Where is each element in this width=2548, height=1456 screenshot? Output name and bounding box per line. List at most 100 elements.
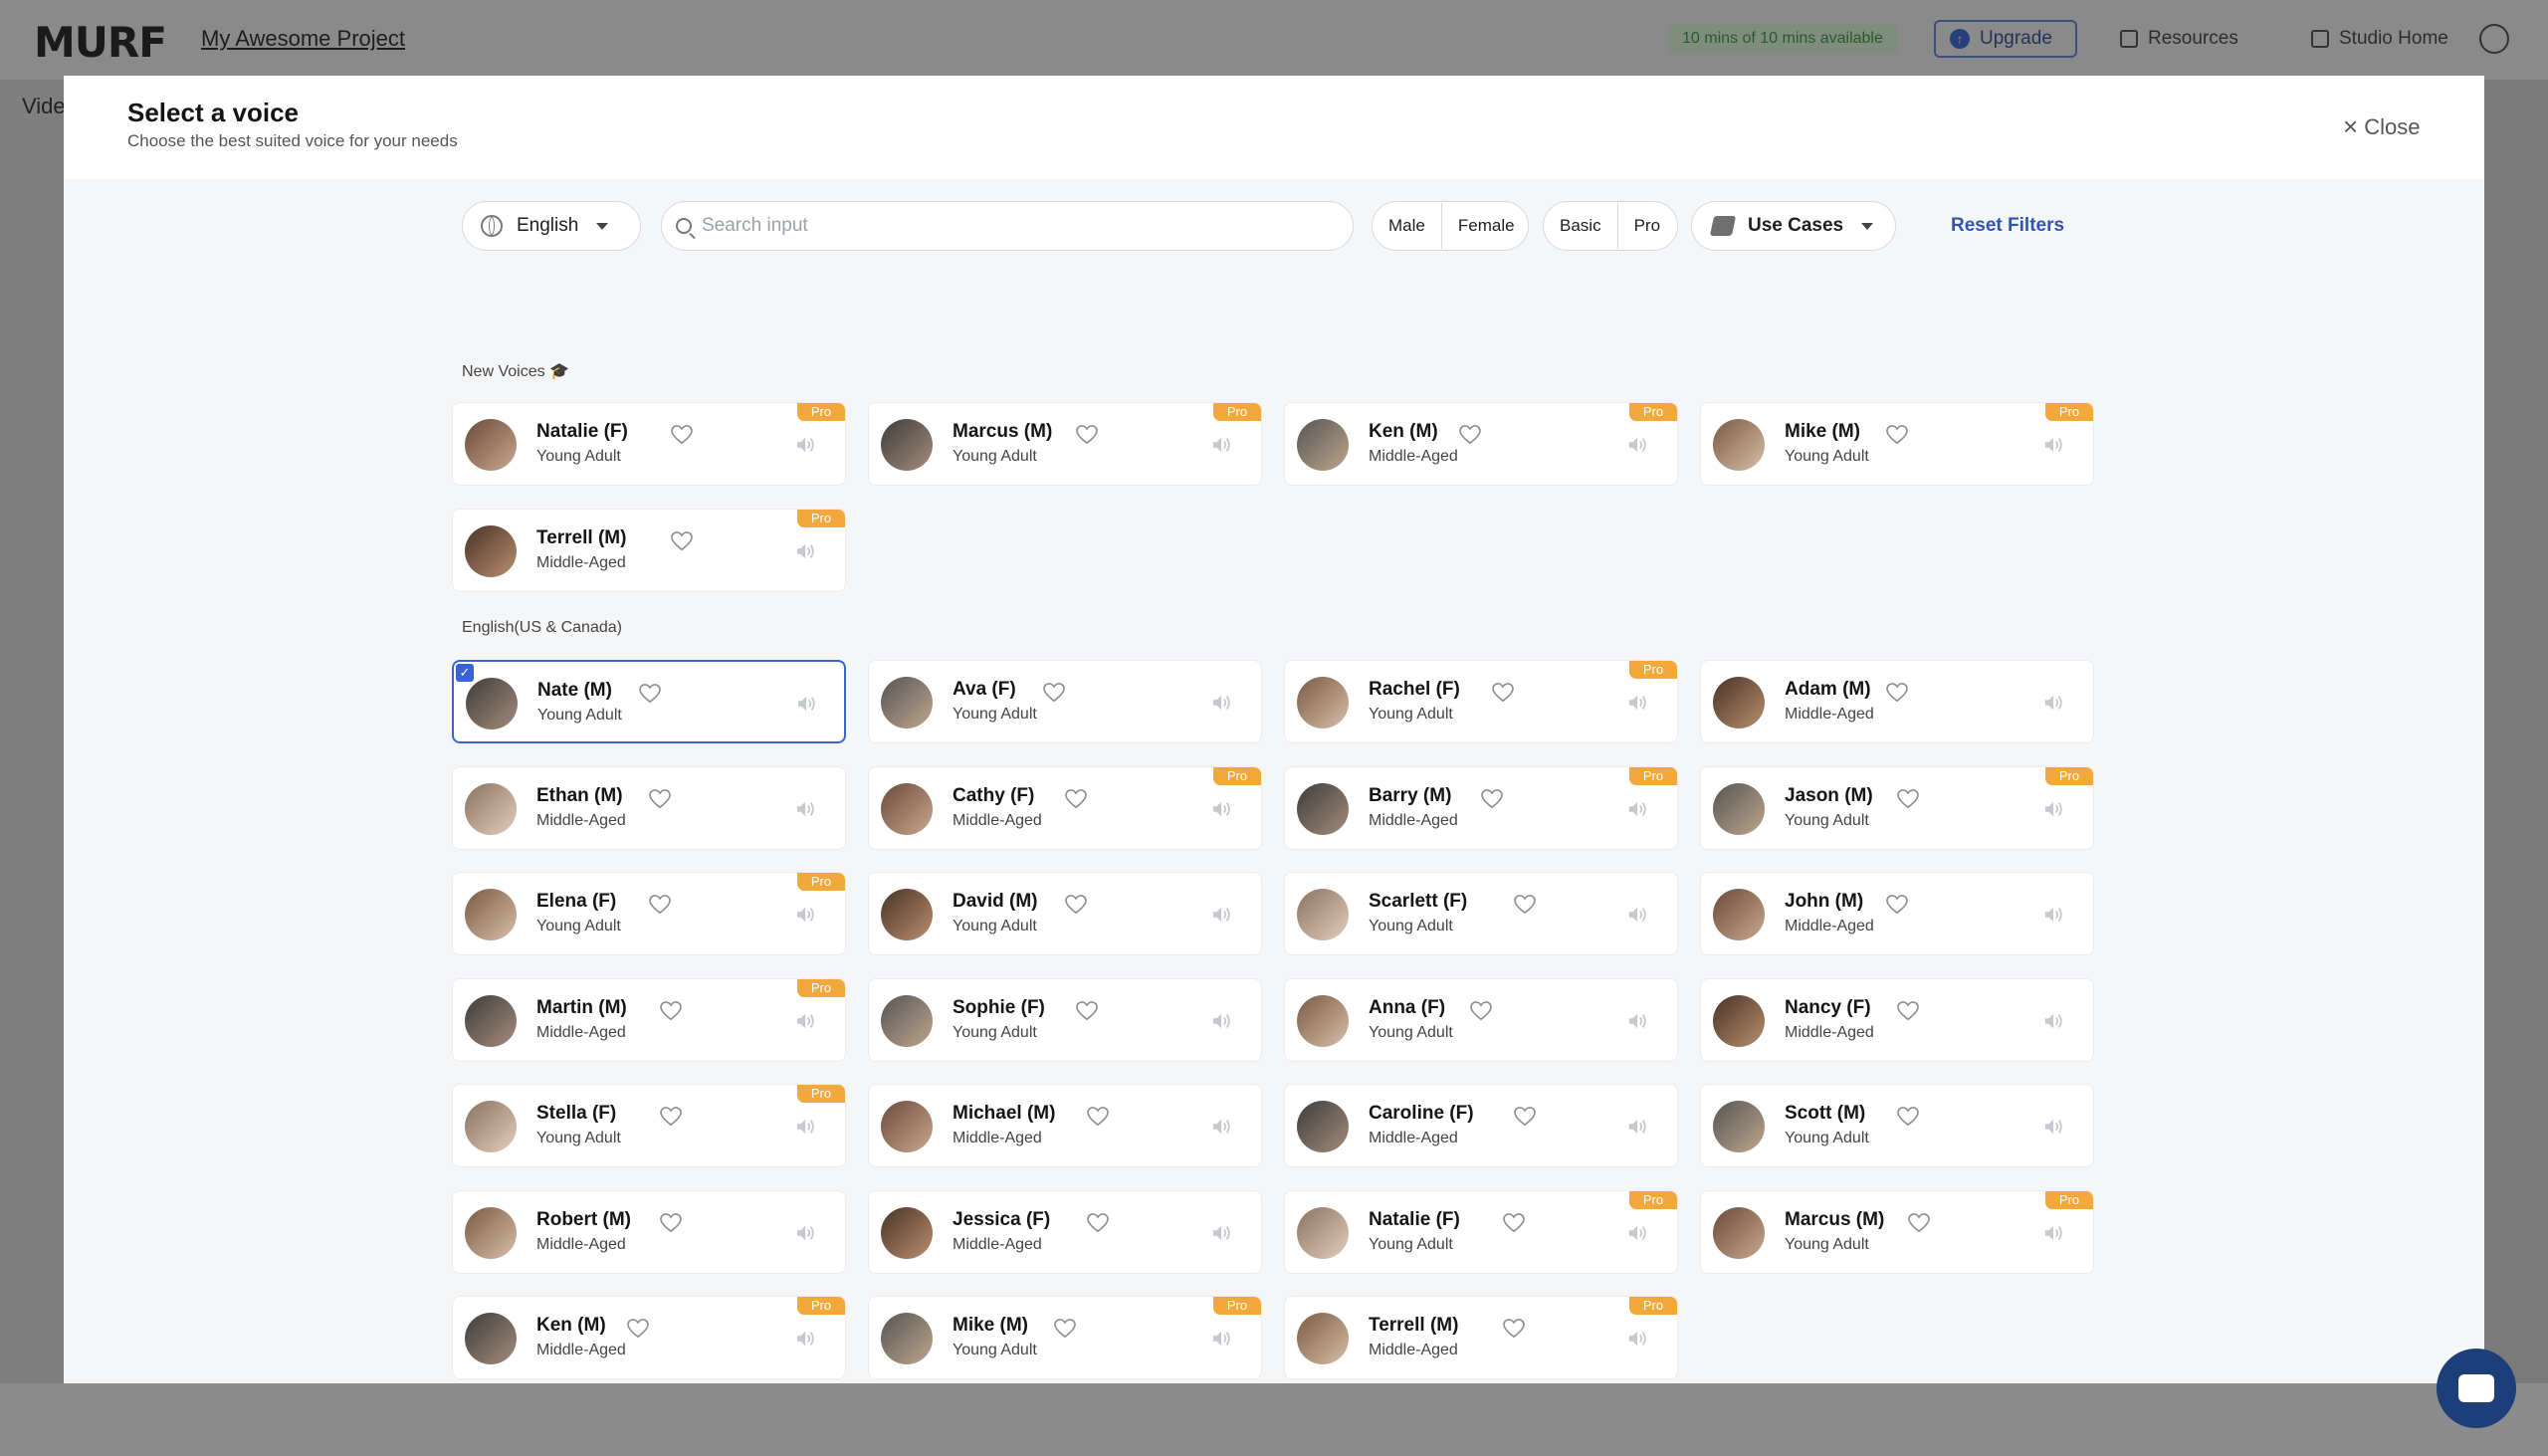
favorite-heart-icon[interactable] [1054,1319,1076,1339]
play-sample-speaker-icon[interactable] [1627,1117,1649,1137]
voice-card[interactable]: Scott (M) Young Adult [1700,1084,2094,1167]
play-sample-speaker-icon[interactable] [795,1329,817,1349]
favorite-heart-icon[interactable] [660,1107,682,1127]
favorite-heart-icon[interactable] [671,530,693,551]
voice-card[interactable]: Ethan (M) Middle-Aged [452,765,846,850]
favorite-heart-icon[interactable] [1065,895,1087,915]
play-sample-speaker-icon[interactable] [2043,435,2065,455]
voice-card[interactable]: Ken (M) Middle-Aged Pro [1284,402,1678,486]
favorite-heart-icon[interactable] [1886,425,1908,445]
favorite-heart-icon[interactable] [639,684,661,704]
favorite-heart-icon[interactable] [1503,1319,1525,1339]
play-sample-speaker-icon[interactable] [795,1223,817,1243]
favorite-heart-icon[interactable] [1514,1107,1536,1127]
voice-card[interactable]: David (M) Young Adult [868,872,1262,955]
favorite-heart-icon[interactable] [1470,1000,1492,1021]
play-sample-speaker-icon[interactable] [796,694,818,714]
favorite-heart-icon[interactable] [1897,1107,1919,1127]
play-sample-speaker-icon[interactable] [1211,1117,1233,1137]
play-sample-speaker-icon[interactable] [795,541,817,561]
voice-card[interactable]: Ava (F) Young Adult [868,660,1262,743]
voice-card[interactable]: Jessica (F) Middle-Aged [868,1189,1262,1274]
play-sample-speaker-icon[interactable] [795,1011,817,1031]
favorite-heart-icon[interactable] [660,1000,682,1021]
project-name-link[interactable]: My Awesome Project [201,26,405,52]
voice-card[interactable]: Jason (M) Young Adult Pro [1700,765,2094,850]
search-input[interactable]: Search input [661,201,1354,251]
favorite-heart-icon[interactable] [671,425,693,445]
play-sample-speaker-icon[interactable] [1627,1329,1649,1349]
filter-basic[interactable]: Basic [1544,203,1617,249]
play-sample-speaker-icon[interactable] [795,905,817,925]
favorite-heart-icon[interactable] [649,788,671,809]
voice-card[interactable]: Natalie (F) Young Adult Pro [1284,1189,1678,1274]
play-sample-speaker-icon[interactable] [1211,435,1233,455]
play-sample-speaker-icon[interactable] [1627,799,1649,819]
user-avatar-icon[interactable] [2479,24,2509,54]
favorite-heart-icon[interactable] [1886,683,1908,703]
reset-filters-link[interactable]: Reset Filters [1951,215,2064,237]
play-sample-speaker-icon[interactable] [1627,905,1649,925]
play-sample-speaker-icon[interactable] [795,435,817,455]
resources-link[interactable]: Resources [2120,28,2238,50]
studio-home-link[interactable]: Studio Home [2311,28,2448,50]
voice-card[interactable]: Ken (M) Middle-Aged Pro [452,1296,846,1379]
play-sample-speaker-icon[interactable] [795,1117,817,1137]
voice-card[interactable]: ✓ Nate (M) Young Adult [452,660,846,743]
voice-card[interactable]: Terrell (M) Middle-Aged Pro [452,508,846,592]
play-sample-speaker-icon[interactable] [1627,693,1649,713]
favorite-heart-icon[interactable] [1087,1212,1109,1233]
voice-card[interactable]: Mike (M) Young Adult Pro [1700,402,2094,486]
favorite-heart-icon[interactable] [1065,788,1087,809]
close-button[interactable]: × Close [2343,111,2420,142]
play-sample-speaker-icon[interactable] [1211,1329,1233,1349]
favorite-heart-icon[interactable] [660,1212,682,1233]
play-sample-speaker-icon[interactable] [2043,1011,2065,1031]
play-sample-speaker-icon[interactable] [2043,693,2065,713]
voice-card[interactable]: Barry (M) Middle-Aged Pro [1284,765,1678,850]
voice-card[interactable]: Anna (F) Young Adult [1284,977,1678,1062]
play-sample-speaker-icon[interactable] [1211,799,1233,819]
favorite-heart-icon[interactable] [1897,1000,1919,1021]
favorite-heart-icon[interactable] [649,895,671,915]
voice-card[interactable]: Mike (M) Young Adult Pro [868,1296,1262,1379]
language-dropdown[interactable]: English [462,201,641,251]
play-sample-speaker-icon[interactable] [1211,905,1233,925]
voice-card[interactable]: Robert (M) Middle-Aged [452,1189,846,1274]
voice-card[interactable]: Stella (F) Young Adult Pro [452,1084,846,1167]
favorite-heart-icon[interactable] [1886,895,1908,915]
favorite-heart-icon[interactable] [1908,1212,1930,1233]
play-sample-speaker-icon[interactable] [1211,1011,1233,1031]
voice-card[interactable]: John (M) Middle-Aged [1700,872,2094,955]
play-sample-speaker-icon[interactable] [2043,1223,2065,1243]
play-sample-speaker-icon[interactable] [1627,435,1649,455]
voice-card[interactable]: Marcus (M) Young Adult Pro [1700,1189,2094,1274]
favorite-heart-icon[interactable] [1481,788,1503,809]
voice-card[interactable]: Scarlett (F) Young Adult [1284,872,1678,955]
play-sample-speaker-icon[interactable] [1211,693,1233,713]
favorite-heart-icon[interactable] [627,1319,649,1339]
filter-female[interactable]: Female [1440,203,1531,249]
app-logo[interactable]: MURF [34,18,167,67]
play-sample-speaker-icon[interactable] [795,799,817,819]
play-sample-speaker-icon[interactable] [2043,905,2065,925]
play-sample-speaker-icon[interactable] [1627,1011,1649,1031]
play-sample-speaker-icon[interactable] [1627,1223,1649,1243]
voice-card[interactable]: Elena (F) Young Adult Pro [452,872,846,955]
chat-support-button[interactable] [2437,1349,2516,1428]
voice-card[interactable]: Nancy (F) Middle-Aged [1700,977,2094,1062]
favorite-heart-icon[interactable] [1514,895,1536,915]
play-sample-speaker-icon[interactable] [2043,799,2065,819]
voice-card[interactable]: Cathy (F) Middle-Aged Pro [868,765,1262,850]
voice-card[interactable]: Rachel (F) Young Adult Pro [1284,660,1678,743]
favorite-heart-icon[interactable] [1076,425,1098,445]
voice-card[interactable]: Caroline (F) Middle-Aged [1284,1084,1678,1167]
favorite-heart-icon[interactable] [1076,1000,1098,1021]
play-sample-speaker-icon[interactable] [2043,1117,2065,1137]
favorite-heart-icon[interactable] [1897,788,1919,809]
voice-card[interactable]: Terrell (M) Middle-Aged Pro [1284,1296,1678,1379]
favorite-heart-icon[interactable] [1043,683,1065,703]
voice-card[interactable]: Michael (M) Middle-Aged [868,1084,1262,1167]
filter-pro[interactable]: Pro [1616,203,1676,249]
voice-card[interactable]: Adam (M) Middle-Aged [1700,660,2094,743]
